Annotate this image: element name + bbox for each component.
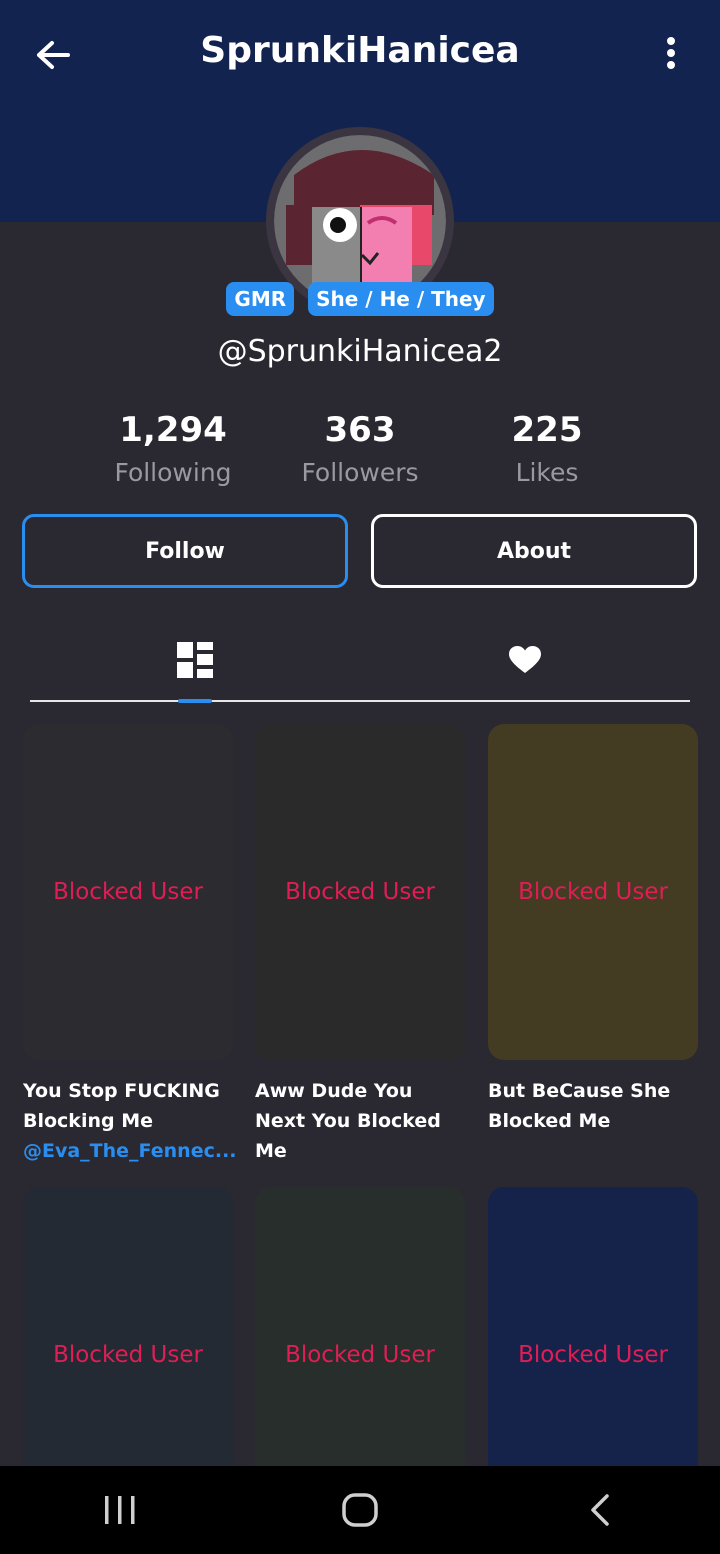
post-caption: Aww Dude You Next You Blocked Me <box>255 1076 465 1166</box>
post-caption-text: You Stop FUCKING Blocking Me <box>23 1080 220 1132</box>
blocked-user-label: Blocked User <box>518 879 668 905</box>
profile-badges: GMR She / He / They <box>0 282 720 316</box>
blocked-user-label: Blocked User <box>53 1342 203 1368</box>
badge-pronouns: She / He / They <box>308 282 494 316</box>
content-tabs <box>30 620 690 703</box>
stat-likes-label: Likes <box>515 458 579 487</box>
post-mention-link[interactable]: @Eva_The_Fennec... <box>23 1136 237 1166</box>
blocked-user-label: Blocked User <box>285 1342 435 1368</box>
home-icon <box>342 1493 378 1527</box>
stat-likes[interactable]: 225 Likes <box>452 410 642 487</box>
post-caption-text: But BeCause She Blocked Me <box>488 1080 671 1132</box>
tab-posts[interactable] <box>135 620 255 700</box>
heart-icon <box>509 646 541 673</box>
stat-following-label: Following <box>114 458 232 487</box>
recents-button[interactable] <box>70 1470 170 1550</box>
more-vertical-icon <box>667 37 675 69</box>
post-card[interactable]: Blocked User But BeCause She Blocked Me <box>488 724 698 1136</box>
post-caption-text: Aww Dude You Next You Blocked Me <box>255 1080 441 1162</box>
blocked-user-label: Blocked User <box>285 879 435 905</box>
stat-followers[interactable]: 363 Followers <box>265 410 455 487</box>
tab-active-indicator <box>178 699 212 703</box>
recents-icon <box>105 1496 135 1524</box>
post-caption: You Stop FUCKING Blocking Me @Eva_The_Fe… <box>23 1076 237 1166</box>
back-chevron-icon <box>591 1494 609 1526</box>
follow-button[interactable]: Follow <box>22 514 348 588</box>
profile-handle: @SprunkiHanicea2 <box>217 334 503 369</box>
system-back-button[interactable] <box>550 1470 650 1550</box>
stat-following-value: 1,294 <box>119 410 227 450</box>
home-button[interactable] <box>310 1470 410 1550</box>
post-card[interactable]: Blocked User Aww Dude You Next You Block… <box>255 724 465 1166</box>
post-thumbnail: Blocked User <box>488 724 698 1060</box>
post-thumbnail: Blocked User <box>255 724 465 1060</box>
grid-layout-icon <box>177 642 213 678</box>
system-navigation-bar <box>0 1466 720 1554</box>
stat-likes-value: 225 <box>511 410 583 450</box>
badge-gmr: GMR <box>226 282 295 316</box>
more-options-button[interactable] <box>648 30 694 76</box>
post-thumbnail: Blocked User <box>23 724 233 1060</box>
about-button[interactable]: About <box>371 514 697 588</box>
stat-followers-label: Followers <box>301 458 419 487</box>
page-title: SprunkiHanicea <box>200 30 520 71</box>
post-caption: But BeCause She Blocked Me <box>488 1076 698 1136</box>
stat-followers-value: 363 <box>324 410 396 450</box>
post-card[interactable]: Blocked User You Stop FUCKING Blocking M… <box>23 724 237 1166</box>
stat-following[interactable]: 1,294 Following <box>78 410 268 487</box>
tab-liked[interactable] <box>465 620 585 700</box>
blocked-user-label: Blocked User <box>518 1342 668 1368</box>
blocked-user-label: Blocked User <box>53 879 203 905</box>
